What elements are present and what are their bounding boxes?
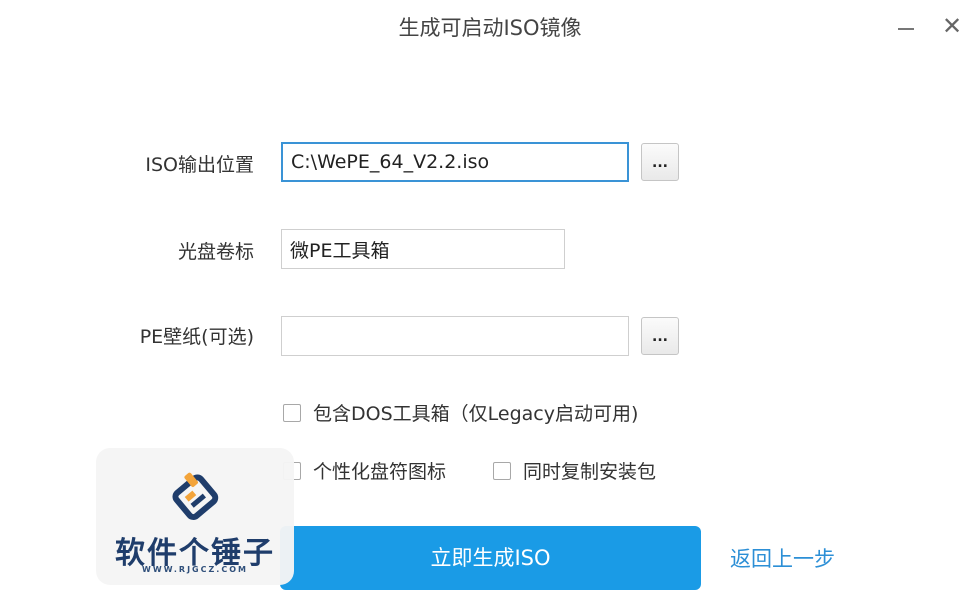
- personalize-icon-option[interactable]: 个性化盘符图标: [283, 457, 446, 484]
- wallpaper-browse-button[interactable]: ...: [641, 317, 679, 355]
- watermark-badge: 软件个锤子 WWW.RJGCZ.COM: [96, 448, 294, 585]
- iso-output-path-input[interactable]: [281, 142, 629, 182]
- iso-output-label: ISO输出位置: [145, 154, 254, 176]
- window-title: 生成可启动ISO镜像: [398, 16, 582, 40]
- back-step-link[interactable]: 返回上一步: [730, 543, 835, 573]
- iso-output-browse-button[interactable]: ...: [641, 143, 679, 181]
- minimize-icon[interactable]: [891, 10, 921, 42]
- include-dos-checkbox[interactable]: [283, 403, 301, 422]
- close-icon[interactable]: ✕: [937, 10, 967, 42]
- title-bar: 生成可启动ISO镜像 ✕: [0, 0, 980, 56]
- wallpaper-path-input[interactable]: [281, 316, 629, 356]
- wallpaper-label: PE壁纸(可选): [139, 326, 254, 348]
- include-dos-option[interactable]: 包含DOS工具箱（仅Legacy启动可用): [283, 399, 638, 426]
- personalize-icon-label: 个性化盘符图标: [313, 461, 447, 483]
- include-dos-label: 包含DOS工具箱（仅Legacy启动可用): [313, 403, 639, 425]
- copy-installer-checkbox[interactable]: [493, 461, 511, 480]
- watermark-url: WWW.RJGCZ.COM: [142, 565, 248, 574]
- rjgcz-logo-icon: [172, 472, 219, 520]
- generate-iso-button[interactable]: 立即生成ISO: [280, 526, 701, 590]
- copy-installer-option[interactable]: 同时复制安装包: [493, 457, 656, 484]
- volume-label-input[interactable]: [281, 229, 565, 269]
- volume-label-label: 光盘卷标: [177, 241, 254, 263]
- copy-installer-label: 同时复制安装包: [523, 461, 657, 483]
